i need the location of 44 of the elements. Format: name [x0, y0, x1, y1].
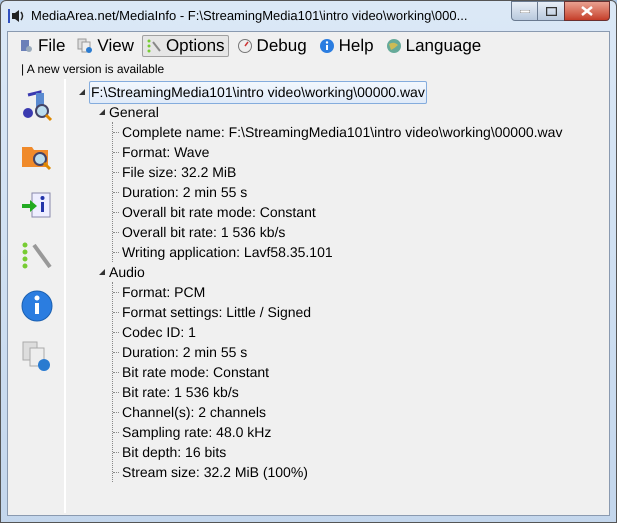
tree-item[interactable]: Bit rate: 1 536 kb/s: [122, 382, 239, 402]
documents-icon: [77, 38, 94, 54]
collapse-icon[interactable]: [98, 108, 106, 116]
tree-item[interactable]: Format settings: Little / Signed: [122, 302, 312, 322]
speaker-icon: [7, 7, 25, 25]
tree-item[interactable]: Codec ID: 1: [122, 322, 196, 342]
menu-item[interactable]: Help: [314, 35, 378, 57]
menu-item[interactable]: View: [73, 35, 138, 57]
maximize-button[interactable]: [538, 1, 564, 21]
info-icon: [318, 38, 335, 54]
close-icon: [581, 6, 593, 16]
music-search-icon[interactable]: [20, 89, 54, 123]
tree-item[interactable]: Audio: [109, 262, 145, 282]
tree-item[interactable]: Sampling rate: 48.0 kHz: [122, 422, 272, 442]
close-button[interactable]: [564, 1, 610, 21]
menu-item[interactable]: Options: [142, 35, 229, 57]
tree-item[interactable]: Complete name: F:\StreamingMedia101\intro video\working\00000.wav: [122, 122, 562, 142]
minimize-icon: [520, 10, 530, 12]
tree-item[interactable]: Format: Wave: [122, 142, 210, 162]
update-notice[interactable]: | A new version is available: [8, 59, 609, 79]
tree-item[interactable]: Overall bit rate: 1 536 kb/s: [122, 222, 286, 242]
gauge-icon: [236, 38, 253, 54]
tree-item[interactable]: Duration: 2 min 55 s: [122, 182, 248, 202]
window-title: MediaArea.net/MediaInfo - F:\StreamingMedia101\intro video\working\000...: [31, 7, 468, 26]
globe-icon: [386, 38, 402, 54]
tree-item[interactable]: Writing application: Lavf58.35.101: [122, 242, 333, 262]
tree-item[interactable]: Bit rate mode: Constant: [122, 362, 270, 382]
menu-item[interactable]: Language: [382, 35, 486, 57]
tree-item[interactable]: F:\StreamingMedia101\intro video\working\00000.wav: [89, 80, 427, 104]
menu-item[interactable]: File: [14, 35, 70, 57]
tree-item[interactable]: Stream size: 32.2 MiB (100%): [122, 462, 308, 482]
collapse-icon[interactable]: [78, 88, 86, 96]
info-icon[interactable]: [20, 289, 54, 323]
tree-item[interactable]: Duration: 2 min 55 s: [122, 342, 248, 362]
tree-item[interactable]: Overall bit rate mode: Constant: [122, 202, 316, 222]
tree-item[interactable]: File size: 32.2 MiB: [122, 162, 236, 182]
tree-item[interactable]: Format: PCM: [122, 282, 206, 302]
maximize-icon: [546, 6, 556, 16]
menu-item[interactable]: Debug: [232, 35, 311, 57]
tree-item[interactable]: Channel(s): 2 channels: [122, 402, 266, 422]
collapse-icon[interactable]: [98, 268, 106, 276]
tree-item[interactable]: Bit depth: 16 bits: [122, 442, 226, 462]
tree-item[interactable]: General: [109, 102, 159, 122]
minimize-button[interactable]: [511, 1, 538, 21]
